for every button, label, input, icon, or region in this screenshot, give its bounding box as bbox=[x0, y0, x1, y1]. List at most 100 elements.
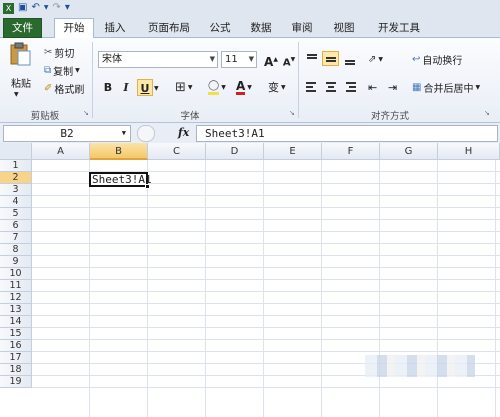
align-center-button[interactable] bbox=[322, 79, 339, 94]
increase-indent-button[interactable]: ⇥ bbox=[388, 79, 397, 95]
orientation-dropdown-icon[interactable]: ▼ bbox=[378, 56, 383, 63]
grid-horizontal-line bbox=[32, 303, 500, 304]
row-header-18[interactable]: 18 bbox=[0, 364, 32, 376]
name-box-dropdown-icon[interactable]: ▼ bbox=[122, 126, 126, 141]
column-header-b[interactable]: B bbox=[90, 143, 148, 160]
underline-button[interactable]: U bbox=[137, 79, 153, 96]
column-header-a[interactable]: A bbox=[32, 143, 90, 160]
shrink-font-button[interactable]: A▼ bbox=[281, 51, 297, 68]
shrink-font-icon: A bbox=[282, 57, 291, 69]
merge-center-button[interactable]: ▦ 合并后居中 ▼ bbox=[412, 79, 480, 95]
format-painter-button[interactable]: ✐ 格式刷 bbox=[44, 80, 84, 96]
formula-input[interactable]: Sheet3!A1 bbox=[196, 125, 498, 142]
row-header-10[interactable]: 10 bbox=[0, 268, 32, 280]
align-bottom-button[interactable] bbox=[341, 51, 358, 66]
bold-button[interactable]: B bbox=[100, 79, 116, 96]
borders-dropdown-icon[interactable]: ▼ bbox=[188, 84, 193, 91]
tab-file[interactable]: 文件 bbox=[3, 18, 42, 38]
save-icon[interactable]: ▣ bbox=[18, 1, 27, 15]
decrease-indent-button[interactable]: ⇤ bbox=[368, 79, 377, 95]
row-header-17[interactable]: 17 bbox=[0, 352, 32, 364]
wrap-text-label: 自动换行 bbox=[422, 55, 463, 67]
font-launcher-icon[interactable]: ↘ bbox=[289, 109, 295, 117]
row-header-15[interactable]: 15 bbox=[0, 328, 32, 340]
phonetic-dropdown-icon[interactable]: ▼ bbox=[281, 84, 286, 91]
column-header-c[interactable]: C bbox=[148, 143, 206, 160]
alignment-launcher-icon[interactable]: ↘ bbox=[484, 109, 490, 117]
paste-button[interactable] bbox=[7, 42, 33, 78]
row-header-5[interactable]: 5 bbox=[0, 208, 32, 220]
paste-dropdown-icon[interactable]: ▼ bbox=[14, 86, 19, 102]
copy-label: 复制 bbox=[53, 66, 74, 78]
active-cell-b2[interactable]: Sheet3!A1 bbox=[89, 172, 152, 187]
row-header-11[interactable]: 11 bbox=[0, 280, 32, 292]
insert-function-button[interactable]: fx bbox=[178, 126, 189, 139]
tab-data[interactable]: 数据 bbox=[245, 19, 277, 38]
fill-color-dropdown-icon[interactable]: ▼ bbox=[221, 84, 226, 91]
undo-icon[interactable]: ↶ bbox=[31, 1, 39, 15]
underline-dropdown-icon[interactable]: ▼ bbox=[154, 80, 159, 96]
undo-dropdown-icon[interactable]: ▼ bbox=[44, 1, 49, 15]
text-orientation-icon: ⇗ bbox=[368, 53, 377, 65]
column-header-d[interactable]: D bbox=[206, 143, 264, 160]
tab-insert[interactable]: 插入 bbox=[98, 19, 132, 38]
row-header-19[interactable]: 19 bbox=[0, 376, 32, 388]
align-left-button[interactable] bbox=[303, 79, 320, 94]
tab-developer[interactable]: 开发工具 bbox=[370, 19, 428, 38]
font-color-button[interactable]: A ▼ bbox=[236, 79, 252, 95]
align-middle-button[interactable] bbox=[322, 51, 339, 66]
wrap-text-button[interactable]: ↩ 自动换行 bbox=[412, 51, 462, 67]
select-all-corner[interactable] bbox=[0, 143, 32, 160]
row-header-1[interactable]: 1 bbox=[0, 160, 32, 172]
align-top-button[interactable] bbox=[303, 51, 320, 66]
fill-handle[interactable] bbox=[145, 184, 150, 189]
column-header-h[interactable]: H bbox=[438, 143, 500, 160]
redo-icon[interactable]: ↷ bbox=[52, 1, 60, 15]
grow-font-button[interactable]: A▲ bbox=[263, 51, 279, 69]
row-header-4[interactable]: 4 bbox=[0, 196, 32, 208]
row-header-16[interactable]: 16 bbox=[0, 340, 32, 352]
column-header-e[interactable]: E bbox=[264, 143, 322, 160]
tab-review[interactable]: 审阅 bbox=[286, 19, 318, 38]
row-header-3[interactable]: 3 bbox=[0, 184, 32, 196]
customize-qat-icon[interactable]: ▾ bbox=[65, 1, 70, 15]
grid-horizontal-line bbox=[32, 219, 500, 220]
font-size-dropdown-icon[interactable]: ▼ bbox=[249, 52, 254, 67]
row-header-14[interactable]: 14 bbox=[0, 316, 32, 328]
row-header-2[interactable]: 2 bbox=[0, 172, 32, 184]
column-header-f[interactable]: F bbox=[322, 143, 380, 160]
formula-expand-handle[interactable] bbox=[137, 125, 155, 142]
tab-formulas[interactable]: 公式 bbox=[204, 19, 236, 38]
font-name-combo[interactable]: 宋体 ▼ bbox=[98, 51, 218, 68]
clipboard-launcher-icon[interactable]: ↘ bbox=[83, 109, 89, 117]
font-name-dropdown-icon[interactable]: ▼ bbox=[210, 52, 215, 67]
grid-vertical-line bbox=[437, 160, 438, 417]
row-header-6[interactable]: 6 bbox=[0, 220, 32, 232]
name-box[interactable]: B2 ▼ bbox=[3, 125, 131, 142]
fill-color-button[interactable]: ◯ ▼ bbox=[208, 79, 226, 95]
tab-home[interactable]: 开始 bbox=[54, 18, 94, 38]
phonetic-button[interactable]: 变 ▼ bbox=[268, 79, 286, 95]
orientation-button[interactable]: ⇗ ▼ bbox=[368, 51, 383, 67]
row-header-12[interactable]: 12 bbox=[0, 292, 32, 304]
copy-dropdown-icon[interactable]: ▼ bbox=[75, 67, 80, 74]
align-right-button[interactable] bbox=[341, 79, 358, 94]
copy-button[interactable]: ⧉ 复制 ▼ bbox=[44, 62, 80, 78]
italic-button[interactable]: I bbox=[118, 79, 134, 96]
merge-dropdown-icon[interactable]: ▼ bbox=[475, 84, 480, 91]
font-size-combo[interactable]: 11 ▼ bbox=[221, 51, 257, 68]
row-header-9[interactable]: 9 bbox=[0, 256, 32, 268]
row-header-13[interactable]: 13 bbox=[0, 304, 32, 316]
grid-horizontal-line bbox=[32, 207, 500, 208]
worksheet-grid[interactable]: ABCDEFGH 1 2 3 4 5 6 7 8 9 10 11 12 13 14 15 16 17 18 19 S… bbox=[0, 143, 500, 417]
tab-view[interactable]: 视图 bbox=[328, 19, 360, 38]
borders-button[interactable]: ⊞ ▼ bbox=[175, 79, 193, 95]
grid-vertical-line bbox=[205, 160, 206, 417]
row-header-8[interactable]: 8 bbox=[0, 244, 32, 256]
copy-icon: ⧉ bbox=[44, 64, 52, 76]
cut-button[interactable]: ✂ 剪切 bbox=[44, 44, 74, 60]
row-header-7[interactable]: 7 bbox=[0, 232, 32, 244]
column-header-g[interactable]: G bbox=[380, 143, 438, 160]
tab-page-layout[interactable]: 页面布局 bbox=[140, 19, 198, 38]
font-color-dropdown-icon[interactable]: ▼ bbox=[247, 84, 252, 91]
